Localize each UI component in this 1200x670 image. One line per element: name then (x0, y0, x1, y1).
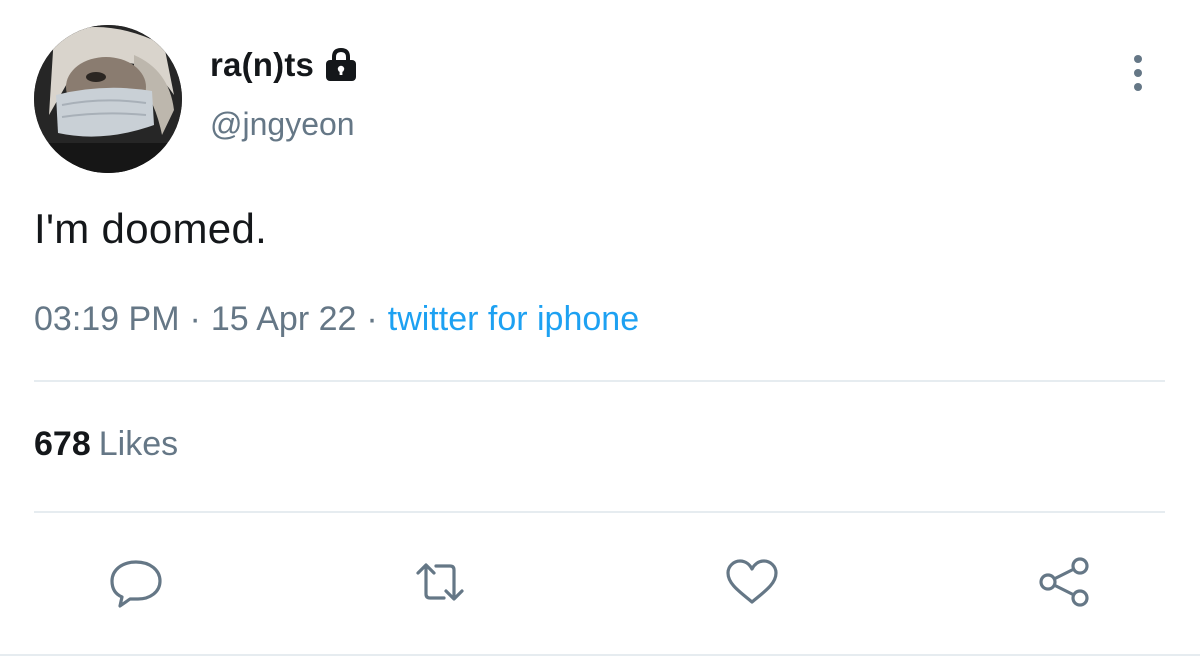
tweet-date[interactable]: 15 Apr 22 (211, 300, 357, 338)
share-icon (1034, 556, 1094, 608)
tweet-text: I'm doomed. (34, 205, 268, 252)
user-handle[interactable]: @jngyeon (210, 106, 355, 143)
retweet-button[interactable] (410, 556, 470, 608)
tweet-time[interactable]: 03:19 PM (34, 300, 180, 338)
avatar[interactable] (34, 25, 182, 173)
lock-icon (322, 47, 360, 83)
like-button[interactable] (722, 556, 782, 608)
reply-button[interactable] (106, 556, 166, 608)
likes-label: Likes (98, 425, 179, 463)
reply-icon (106, 556, 166, 608)
more-vertical-icon[interactable] (1120, 50, 1156, 96)
meta-separator: · (189, 300, 201, 338)
divider (0, 654, 1200, 656)
heart-icon (722, 556, 782, 608)
tweet-meta: 03:19 PM · 15 Apr 22 · twitter for iphone (34, 300, 639, 339)
likes-stat[interactable]: 678 Likes (34, 425, 178, 464)
divider (34, 380, 1165, 382)
divider (34, 511, 1165, 513)
meta-separator: · (366, 300, 378, 338)
share-button[interactable] (1034, 556, 1094, 608)
tweet-source-link[interactable]: twitter for iphone (388, 300, 639, 338)
likes-count: 678 (34, 425, 91, 463)
display-name-row: ra(n)ts (210, 40, 360, 90)
display-name[interactable]: ra(n)ts (210, 46, 314, 84)
retweet-icon (410, 556, 470, 608)
tweet-card: ra(n)ts @jngyeon I'm doomed. 03:19 PM · 15… (0, 0, 1200, 670)
